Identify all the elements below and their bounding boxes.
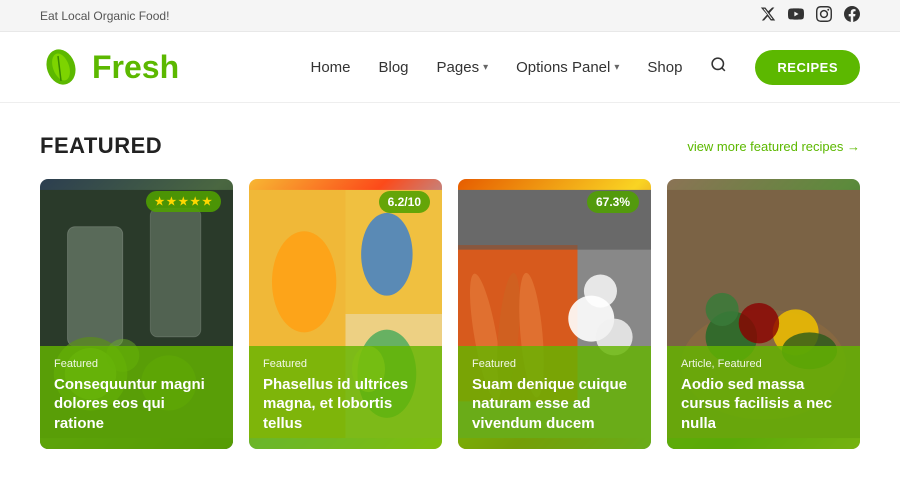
nav-home[interactable]: Home xyxy=(310,59,350,76)
card-3-overlay: Featured Suam denique cuique naturam ess… xyxy=(458,346,651,450)
main-content: FEATURED view more featured recipes → ★ xyxy=(0,103,900,479)
card-3-title: Suam denique cuique naturam esse ad vive… xyxy=(472,375,637,434)
card-2-title: Phasellus id ultrices magna, et lobortis… xyxy=(263,375,428,434)
search-icon[interactable] xyxy=(710,56,727,78)
card-4-category: Article, Featured xyxy=(681,358,846,370)
card-2-rating-badge: 6.2/10 xyxy=(379,191,430,213)
card-3-category: Featured xyxy=(472,358,637,370)
facebook-icon[interactable] xyxy=(844,6,860,25)
featured-card-2[interactable]: 6.2/10 Featured Phasellus id ultrices ma… xyxy=(249,179,442,449)
card-1-rating-badge: ★ ★ ★ ★ ★ xyxy=(146,191,221,212)
logo-leaf-icon xyxy=(40,46,82,88)
card-1-title: Consequuntur magni dolores eos qui ratio… xyxy=(54,375,219,434)
header: Fresh Home Blog Pages ▾ Options Panel ▾ … xyxy=(0,32,900,103)
top-bar-tagline: Eat Local Organic Food! xyxy=(40,9,169,23)
logo-text: Fresh xyxy=(92,49,179,86)
featured-card-4[interactable]: Article, Featured Aodio sed massa cursus… xyxy=(667,179,860,449)
options-dropdown-arrow: ▾ xyxy=(614,62,619,73)
featured-title: FEATURED xyxy=(40,133,162,159)
instagram-icon[interactable] xyxy=(816,6,832,25)
logo[interactable]: Fresh xyxy=(40,46,179,88)
recipes-button[interactable]: RECIPES xyxy=(755,50,860,85)
youtube-icon[interactable] xyxy=(788,6,804,25)
card-1-overlay: Featured Consequuntur magni dolores eos … xyxy=(40,346,233,450)
pages-dropdown-arrow: ▾ xyxy=(483,62,488,73)
nav-options-panel[interactable]: Options Panel ▾ xyxy=(516,59,619,76)
featured-card-1[interactable]: ★ ★ ★ ★ ★ Featured Consequuntur magni do… xyxy=(40,179,233,449)
card-1-category: Featured xyxy=(54,358,219,370)
cards-grid: ★ ★ ★ ★ ★ Featured Consequuntur magni do… xyxy=(40,179,860,449)
card-4-overlay: Article, Featured Aodio sed massa cursus… xyxy=(667,346,860,450)
view-more-link[interactable]: view more featured recipes → xyxy=(687,139,860,154)
nav-pages[interactable]: Pages ▾ xyxy=(437,59,489,76)
card-2-category: Featured xyxy=(263,358,428,370)
card-2-overlay: Featured Phasellus id ultrices magna, et… xyxy=(249,346,442,450)
nav-blog[interactable]: Blog xyxy=(379,59,409,76)
social-icons xyxy=(760,6,860,25)
twitter-icon[interactable] xyxy=(760,6,776,25)
card-3-rating-badge: 67.3% xyxy=(587,191,639,213)
navigation: Home Blog Pages ▾ Options Panel ▾ Shop R… xyxy=(310,50,860,85)
featured-header: FEATURED view more featured recipes → xyxy=(40,133,860,159)
top-bar: Eat Local Organic Food! xyxy=(0,0,900,32)
card-4-title: Aodio sed massa cursus facilisis a nec n… xyxy=(681,375,846,434)
nav-shop[interactable]: Shop xyxy=(647,59,682,76)
featured-card-3[interactable]: 67.3% Featured Suam denique cuique natur… xyxy=(458,179,651,449)
